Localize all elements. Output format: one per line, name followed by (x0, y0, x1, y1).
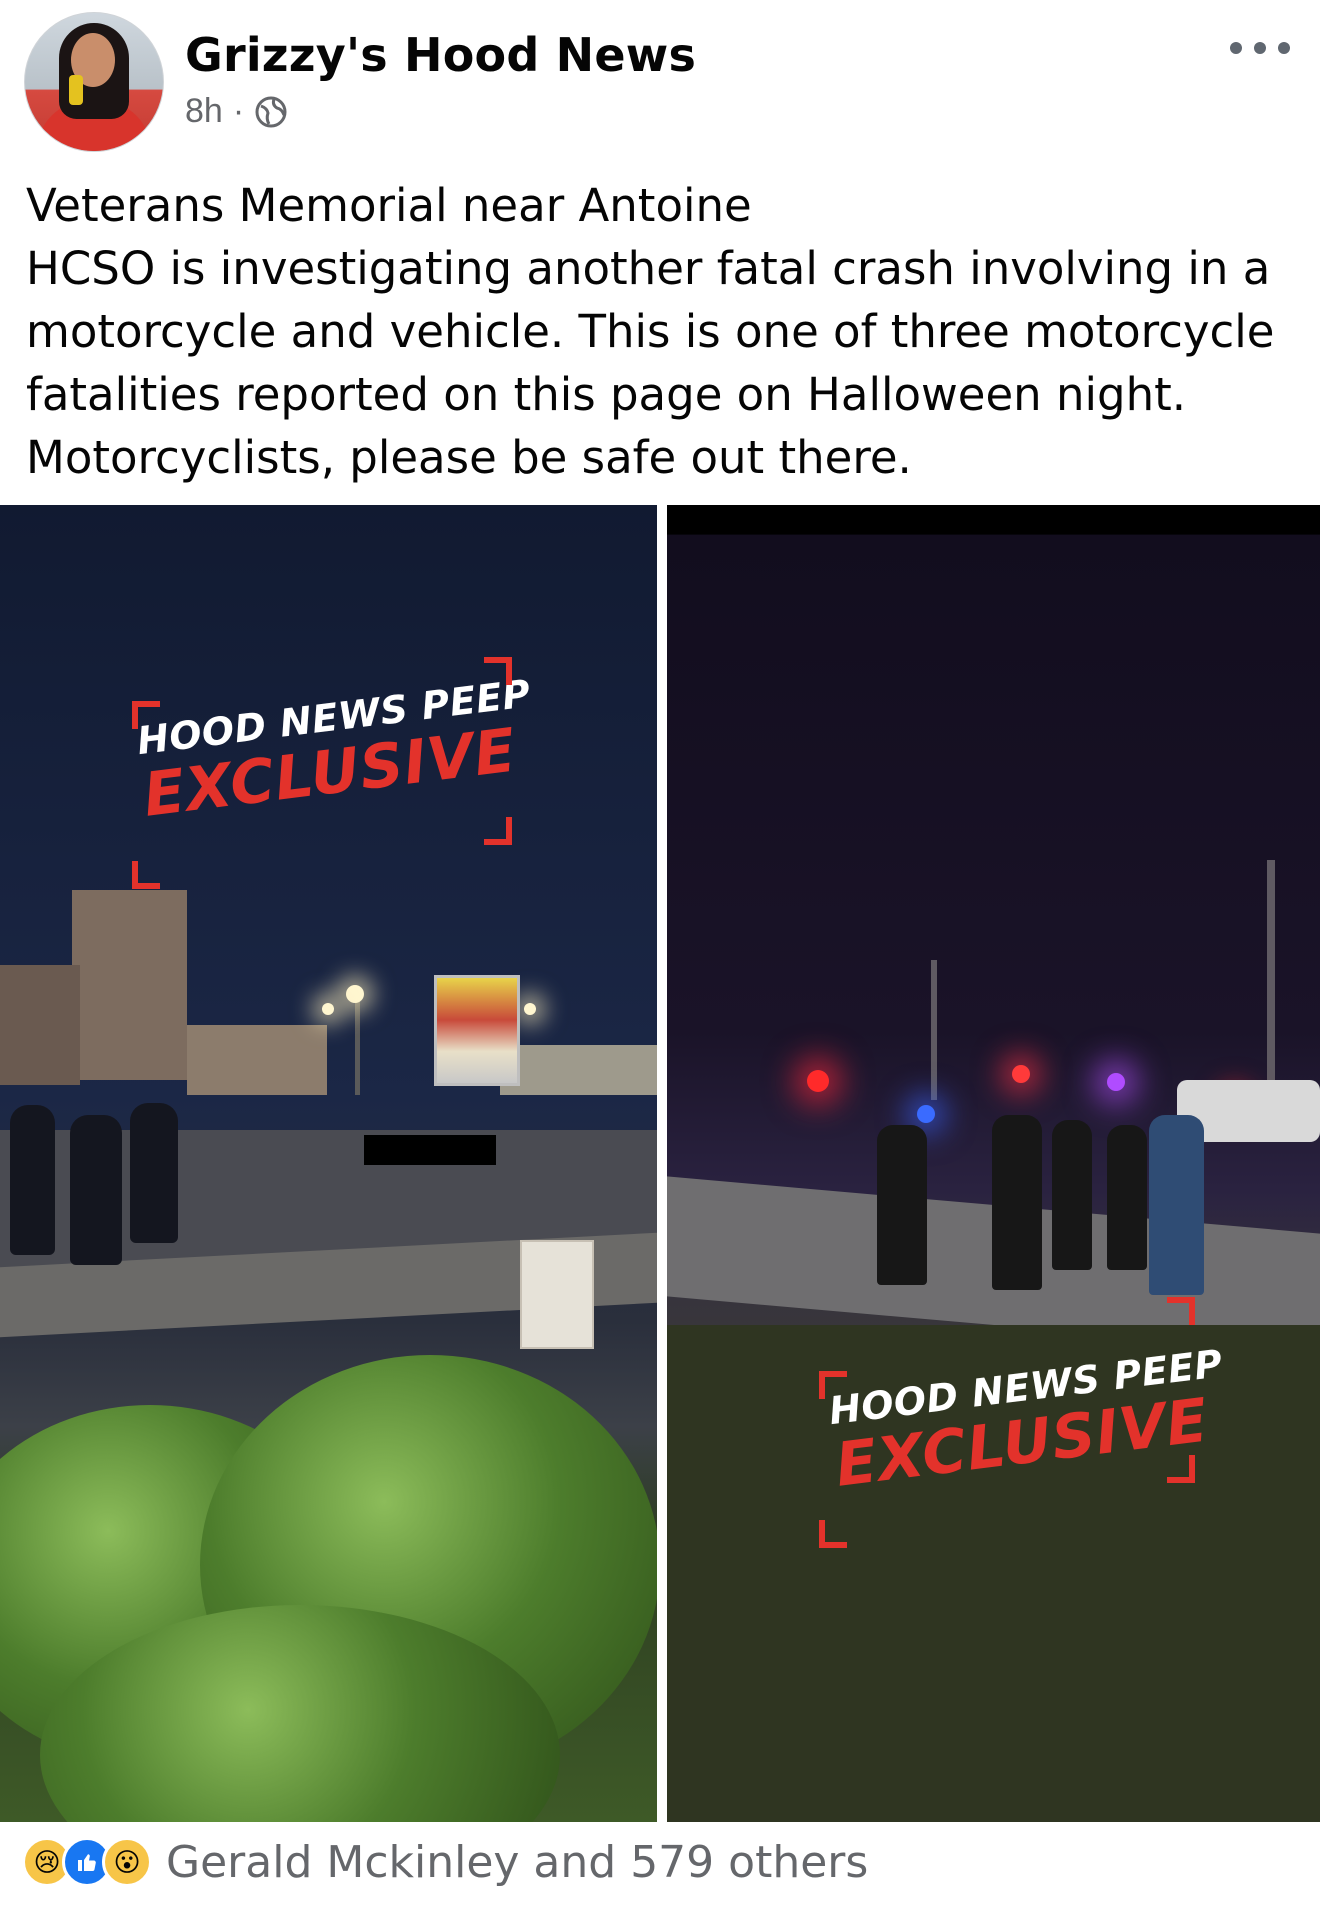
utility-pole (931, 960, 937, 1100)
officer (10, 1105, 55, 1255)
censor-bar (364, 1135, 496, 1165)
plaza-sign (434, 975, 520, 1086)
corner-bracket-icon (819, 1520, 847, 1548)
roadside-sign (520, 1240, 594, 1349)
post-text-line: Veterans Memorial near Antoine (26, 179, 752, 232)
emergency-light (807, 1070, 829, 1092)
street-lamp (322, 1003, 334, 1015)
post-meta: 8h · (185, 92, 288, 131)
corner-bracket-icon (484, 817, 512, 845)
post-header: Grizzy's Hood News 8h · (0, 0, 1320, 160)
corner-bracket-icon (484, 657, 512, 685)
corner-bracket-icon (132, 861, 160, 889)
photo-right[interactable]: HOOD NEWS PEEP EXCLUSIVE (667, 505, 1320, 1822)
officer (130, 1103, 178, 1243)
bystander (1052, 1120, 1092, 1270)
emergency-light (1012, 1065, 1030, 1083)
post-text: Veterans Memorial near Antoine HCSO is i… (26, 174, 1296, 489)
more-dot (1278, 42, 1290, 54)
bystander (1149, 1115, 1204, 1295)
corner-bracket-icon (1167, 1455, 1195, 1483)
wow-reaction-icon: 😮 (102, 1837, 152, 1887)
watermark: HOOD NEWS PEEP EXCLUSIVE (135, 671, 542, 830)
more-dot (1254, 42, 1266, 54)
bystander (992, 1115, 1042, 1290)
street-lamp (346, 985, 364, 1003)
reactions-summary[interactable]: 😢 😮 Gerald Mckinley and 579 others (22, 1832, 868, 1892)
building (0, 965, 80, 1085)
building (187, 1025, 327, 1095)
page-name[interactable]: Grizzy's Hood News (185, 28, 696, 82)
post-time[interactable]: 8h (185, 92, 223, 131)
page-avatar[interactable] (24, 12, 164, 152)
bystander (877, 1125, 927, 1285)
street-pole (355, 995, 360, 1095)
utility-pole (1267, 860, 1275, 1110)
post-text-line: HCSO is investigating another fatal cras… (26, 242, 1271, 295)
more-dot (1230, 42, 1242, 54)
reactions-label: Gerald Mckinley and 579 others (166, 1836, 869, 1888)
photo-left[interactable]: HOOD NEWS PEEP EXCLUSIVE (0, 505, 657, 1822)
emergency-light (1107, 1073, 1125, 1091)
bystander (1107, 1125, 1147, 1270)
corner-bracket-icon (132, 701, 160, 729)
emergency-light (917, 1105, 935, 1123)
post-text-line: fatalities reported on this page on Hall… (26, 368, 1187, 421)
microphone-icon (69, 75, 83, 105)
globe-icon (254, 95, 288, 129)
building (500, 1045, 657, 1095)
post-text-line: motorcycle and vehicle. This is one of t… (26, 305, 1275, 358)
street-lamp (524, 1003, 536, 1015)
building (72, 890, 187, 1080)
post-media: HOOD NEWS PEEP EXCLUSIVE HOOD NEWS PEEP … (0, 505, 1320, 1822)
reaction-icons: 😢 😮 (22, 1837, 152, 1887)
meta-separator: · (232, 92, 245, 130)
more-horizontal-icon[interactable] (1230, 36, 1290, 60)
corner-bracket-icon (819, 1371, 847, 1399)
officer (70, 1115, 122, 1265)
corner-bracket-icon (1167, 1297, 1195, 1325)
post-text-line: Motorcyclists, please be safe out there. (26, 431, 912, 484)
